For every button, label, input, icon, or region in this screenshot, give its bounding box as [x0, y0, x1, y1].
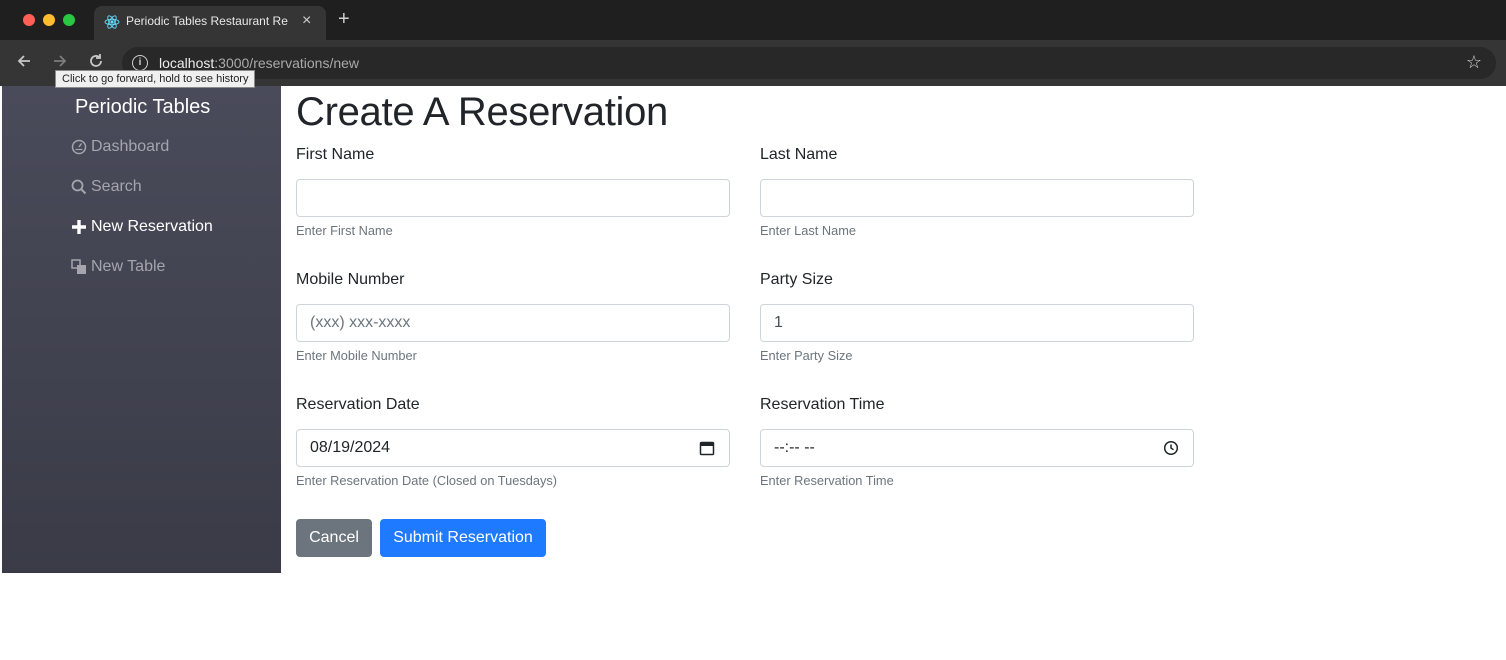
first-name-group: First Name Enter First Name — [296, 145, 730, 238]
mobile-number-input[interactable]: (xxx) xxx-xxxx — [296, 304, 730, 342]
sidebar-item-label: New Reservation — [91, 218, 213, 235]
sidebar-item-label: Search — [91, 178, 142, 195]
sidebar-item-dashboard[interactable]: Dashboard — [70, 138, 169, 156]
sidebar-item-new-table[interactable]: New Table — [70, 258, 165, 276]
party-size-group: Party Size 1 Enter Party Size — [760, 270, 1194, 363]
close-window-button[interactable] — [23, 14, 35, 26]
last-name-help: Enter Last Name — [760, 223, 857, 238]
sidebar-item-search[interactable]: Search — [70, 178, 142, 196]
submit-reservation-button[interactable]: Submit Reservation — [380, 519, 546, 557]
reservation-time-group: Reservation Time --:-- -- Enter Reservat… — [760, 395, 1194, 488]
reservation-time-help: Enter Reservation Time — [760, 473, 894, 488]
main-content: Create A Reservation First Name Enter Fi… — [281, 86, 1506, 660]
first-name-label: First Name — [296, 146, 375, 163]
party-size-value: 1 — [774, 314, 783, 331]
maximize-window-button[interactable] — [63, 14, 75, 26]
mobile-number-help: Enter Mobile Number — [296, 348, 417, 363]
table-icon — [70, 258, 88, 276]
reservation-date-input[interactable]: 08/19/2024 — [296, 429, 730, 467]
clock-icon[interactable] — [1163, 440, 1179, 456]
tab-title: Periodic Tables Restaurant Re — [126, 14, 288, 28]
reservation-time-input[interactable]: --:-- -- — [760, 429, 1194, 467]
forward-tooltip: Click to go forward, hold to see history — [55, 70, 256, 88]
first-name-input[interactable] — [296, 179, 730, 217]
brand-title[interactable]: Periodic Tables — [75, 96, 210, 119]
dashboard-icon — [70, 138, 88, 156]
tab-close-icon[interactable]: × — [302, 12, 311, 30]
browser-tab[interactable]: Periodic Tables Restaurant Re × — [94, 6, 326, 40]
sidebar: Periodic Tables Dashboard Search New Res… — [2, 86, 281, 573]
new-tab-icon[interactable]: + — [338, 9, 350, 29]
mobile-number-placeholder: (xxx) xxx-xxxx — [310, 314, 411, 331]
react-favicon-icon — [104, 15, 120, 29]
url-text[interactable]: localhost:3000/reservations/new — [159, 55, 359, 71]
plus-icon — [70, 218, 88, 236]
address-bar[interactable]: i localhost:3000/reservations/new ☆ — [122, 47, 1496, 79]
party-size-help: Enter Party Size — [760, 348, 853, 363]
bookmark-star-icon[interactable]: ☆ — [1466, 52, 1482, 73]
url-path: :3000/reservations/new — [214, 55, 360, 71]
reservation-date-group: Reservation Date 08/19/2024 Enter Reserv… — [296, 395, 730, 488]
reservation-date-label: Reservation Date — [296, 396, 420, 413]
forward-arrow-icon[interactable] — [50, 52, 70, 72]
party-size-label: Party Size — [760, 271, 833, 288]
sidebar-item-label: Dashboard — [91, 138, 170, 155]
first-name-help: Enter First Name — [296, 223, 393, 238]
minimize-window-button[interactable] — [43, 14, 55, 26]
reservation-time-value: --:-- -- — [774, 439, 815, 456]
back-arrow-icon[interactable] — [14, 52, 34, 72]
page-title: Create A Reservation — [296, 90, 668, 134]
reservation-date-help: Enter Reservation Date (Closed on Tuesda… — [296, 473, 558, 488]
last-name-input[interactable] — [760, 179, 1194, 217]
reload-icon[interactable] — [86, 52, 106, 72]
browser-tab-bar: Periodic Tables Restaurant Re × + — [0, 0, 1506, 40]
mobile-number-label: Mobile Number — [296, 271, 405, 288]
calendar-icon[interactable] — [699, 440, 715, 456]
url-host: localhost — [159, 55, 215, 71]
party-size-input[interactable]: 1 — [760, 304, 1194, 342]
sidebar-item-label: New Table — [91, 258, 166, 275]
search-icon — [70, 178, 88, 196]
cancel-button[interactable]: Cancel — [296, 519, 372, 557]
reservation-time-label: Reservation Time — [760, 396, 885, 413]
last-name-group: Last Name Enter Last Name — [760, 145, 1194, 238]
reservation-date-value: 08/19/2024 — [310, 439, 391, 456]
last-name-label: Last Name — [760, 146, 838, 163]
site-info-icon[interactable]: i — [132, 55, 148, 71]
mobile-number-group: Mobile Number (xxx) xxx-xxxx Enter Mobil… — [296, 270, 730, 363]
sidebar-item-new-reservation[interactable]: New Reservation — [70, 218, 213, 236]
